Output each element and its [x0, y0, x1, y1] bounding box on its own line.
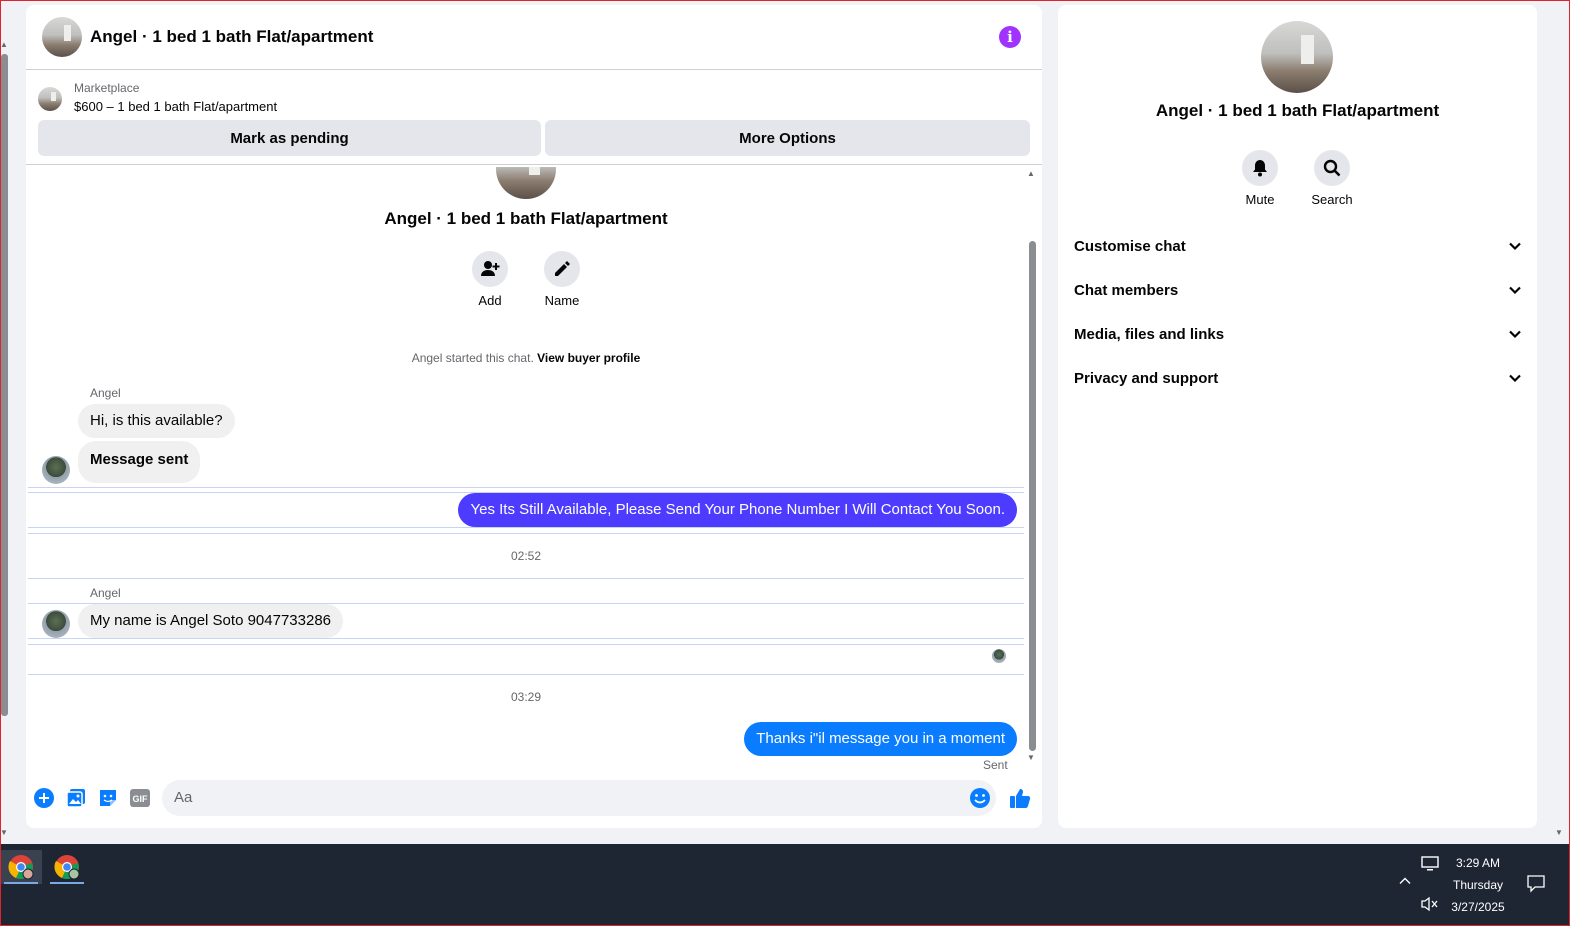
info-avatar[interactable] [1261, 21, 1333, 93]
marketplace-listing[interactable]: Marketplace $600 – 1 bed 1 bath Flat/apa… [38, 81, 1030, 117]
chat-started-text: Angel started this chat. [411, 351, 534, 365]
chevron-down-icon [1509, 286, 1521, 295]
seen-receipt-avatar [992, 649, 1006, 663]
incoming-message[interactable]: Message sent [78, 441, 201, 483]
page-scroll-up-icon[interactable]: ▲ [0, 40, 8, 49]
taskbar-chrome-app[interactable] [0, 850, 42, 884]
taskbar: 3:29 AM Thursday 3/27/2025 [0, 844, 1570, 926]
notifications-icon[interactable] [1527, 875, 1545, 896]
sender-avatar[interactable] [42, 610, 70, 638]
chrome-icon [54, 855, 80, 880]
volume-muted-icon[interactable] [1421, 896, 1439, 915]
menu-chat-members[interactable]: Chat members [1074, 274, 1522, 306]
add-button[interactable]: Add [460, 251, 520, 308]
chevron-down-icon [1509, 330, 1521, 339]
more-options-button[interactable]: More Options [545, 120, 1030, 156]
emoji-icon[interactable] [969, 787, 991, 809]
message-thread[interactable]: Angel · 1 bed 1 bath Flat/apartment Add … [26, 167, 1042, 771]
info-icon[interactable]: i [999, 26, 1021, 48]
view-buyer-profile-link[interactable]: View buyer profile [537, 351, 640, 365]
gif-icon[interactable]: GIF [129, 787, 151, 809]
chevron-up-icon[interactable] [1398, 874, 1412, 891]
profile-name: Angel · 1 bed 1 bath Flat/apartment [384, 209, 668, 228]
message-highlight [28, 638, 1024, 639]
thread-scroll-up-icon[interactable]: ▲ [1027, 169, 1035, 178]
active-indicator [4, 882, 38, 884]
sender-name: Angel [90, 586, 121, 600]
clock-day: Thursday [1452, 878, 1504, 892]
marketplace-label: Marketplace [74, 81, 140, 95]
timestamp: 02:52 [510, 549, 542, 563]
photo-icon[interactable] [65, 787, 87, 809]
bell-icon [1242, 150, 1278, 186]
outgoing-message[interactable]: Thanks i"il message you in a moment [744, 722, 1017, 756]
sent-status: Sent [983, 758, 1008, 771]
search-label: Search [1311, 192, 1353, 207]
pencil-icon [544, 251, 580, 287]
listing-actions: Mark as pending More Options [38, 120, 1030, 156]
menu-media-files-links[interactable]: Media, files and links [1074, 318, 1522, 350]
profile-avatar [496, 167, 556, 199]
message-highlight [28, 578, 1024, 579]
taskbar-chrome-app-2[interactable] [46, 850, 88, 884]
thumbs-up-icon[interactable] [1008, 786, 1032, 810]
incoming-message[interactable]: Hi, is this available? [78, 404, 235, 438]
thread-scrollbar[interactable] [1029, 241, 1036, 751]
name-button[interactable]: Name [532, 251, 592, 308]
page-scroll-down-icon[interactable]: ▼ [0, 828, 8, 837]
chat-header: Angel · 1 bed 1 bath Flat/apartment i [26, 5, 1042, 70]
gif-label: GIF [133, 794, 149, 804]
menu-label: Privacy and support [1074, 369, 1219, 387]
name-label: Name [544, 293, 580, 308]
clock-time: 3:29 AM [1455, 856, 1501, 870]
composer: GIF Aa [26, 775, 1042, 821]
chat-started-notice: Angel started this chat. View buyer prof… [26, 351, 1026, 365]
message-input[interactable]: Aa [162, 780, 996, 816]
plus-icon[interactable] [33, 787, 55, 809]
search-icon [1314, 150, 1350, 186]
menu-customise-chat[interactable]: Customise chat [1074, 230, 1522, 262]
search-button[interactable]: Search [1297, 150, 1367, 207]
menu-label: Media, files and links [1074, 325, 1225, 343]
info-name: Angel · 1 bed 1 bath Flat/apartment [1155, 101, 1440, 120]
message-highlight [28, 533, 1024, 534]
message-highlight [28, 527, 1024, 528]
listing-thumbnail [38, 87, 62, 111]
clock-date: 3/27/2025 [1451, 900, 1505, 914]
add-label: Add [478, 293, 502, 308]
open-indicator [50, 882, 84, 884]
message-highlight [28, 487, 1024, 488]
outgoing-message[interactable]: Yes Its Still Available, Please Send You… [458, 493, 1017, 527]
right-scroll-down-icon[interactable]: ▼ [1555, 828, 1563, 837]
sender-name: Angel [90, 386, 121, 400]
sender-avatar[interactable] [42, 456, 70, 484]
chevron-down-icon [1509, 242, 1521, 251]
message-highlight [28, 644, 1024, 645]
timestamp: 03:29 [510, 690, 542, 704]
chevron-down-icon [1509, 374, 1521, 383]
system-clock[interactable]: 3:29 AM Thursday 3/27/2025 [1440, 852, 1516, 918]
menu-label: Chat members [1074, 281, 1179, 299]
message-highlight [28, 674, 1024, 675]
thread-scroll-down-icon[interactable]: ▼ [1027, 753, 1035, 762]
chat-title[interactable]: Angel · 1 bed 1 bath Flat/apartment [90, 27, 373, 47]
listing-title: $600 – 1 bed 1 bath Flat/apartment [74, 99, 278, 114]
mute-label: Mute [1245, 192, 1275, 207]
mute-button[interactable]: Mute [1225, 150, 1295, 207]
sticker-icon[interactable] [97, 787, 119, 809]
menu-privacy-support[interactable]: Privacy and support [1074, 362, 1522, 394]
network-icon[interactable] [1421, 856, 1439, 875]
chat-info-panel: Angel · 1 bed 1 bath Flat/apartment Mute… [1058, 5, 1537, 828]
divider [26, 164, 1042, 165]
page-scrollbar[interactable] [1, 54, 8, 716]
add-person-icon [472, 251, 508, 287]
mark-as-pending-button[interactable]: Mark as pending [38, 120, 541, 156]
incoming-message[interactable]: My name is Angel Soto 9047733286 [78, 604, 344, 638]
chat-panel: Angel · 1 bed 1 bath Flat/apartment i Ma… [26, 5, 1042, 828]
listing-avatar[interactable] [42, 17, 82, 57]
chrome-icon [8, 855, 34, 880]
menu-label: Customise chat [1074, 237, 1186, 255]
